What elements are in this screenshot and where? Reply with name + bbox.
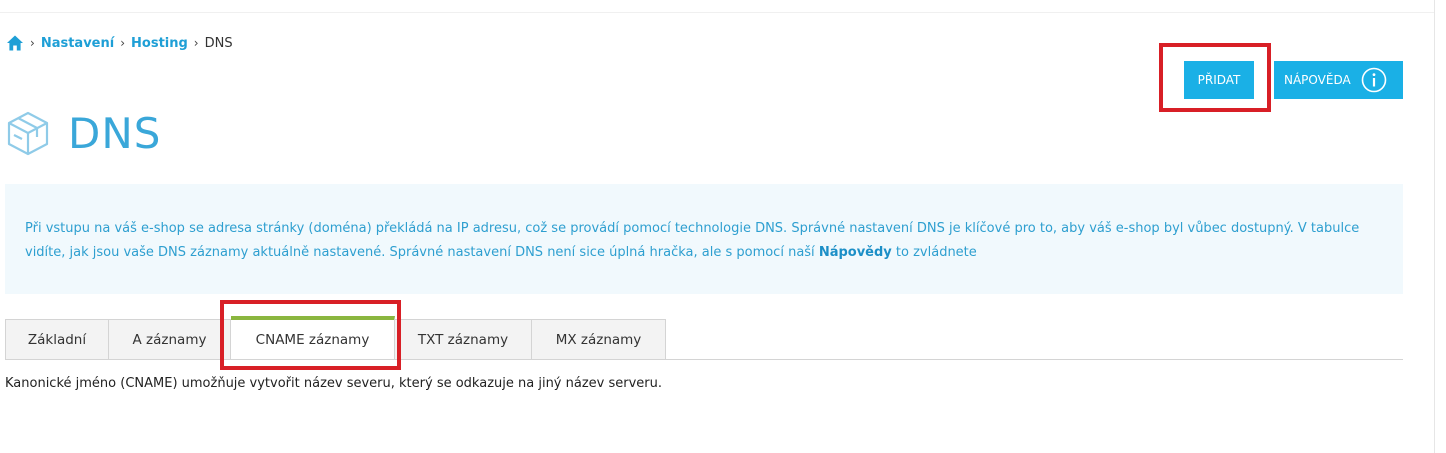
info-text-end: to zvládnete — [891, 245, 977, 260]
info-icon — [1361, 67, 1386, 93]
page-title: DNS — [68, 109, 162, 158]
breadcrumb-separator: › — [30, 36, 35, 50]
box-icon — [7, 111, 49, 156]
breadcrumb-current: DNS — [204, 35, 233, 51]
home-icon[interactable] — [6, 34, 24, 52]
tab-a-zaznamy[interactable]: A záznamy — [109, 319, 231, 360]
help-button-label: NÁPOVĚDA — [1284, 73, 1351, 87]
tab-divider — [5, 359, 1403, 360]
breadcrumb-hosting-link[interactable]: Hosting — [131, 36, 188, 51]
breadcrumb: › Nastavení › Hosting › DNS — [6, 33, 233, 53]
help-button[interactable]: NÁPOVĚDA — [1274, 61, 1403, 99]
breadcrumb-separator: › — [193, 36, 199, 50]
tab-mx-zaznamy[interactable]: MX záznamy — [532, 319, 666, 360]
info-text: Při vstupu na váš e-shop se adresa strán… — [25, 221, 1360, 260]
right-divider — [1434, 0, 1435, 453]
add-button[interactable]: PŘIDAT — [1184, 61, 1254, 99]
help-link[interactable]: Nápovědy — [819, 245, 892, 260]
breadcrumb-nastaveni-link[interactable]: Nastavení — [41, 36, 114, 51]
tab-zakladni[interactable]: Základní — [5, 319, 109, 360]
tab-cname-zaznamy[interactable]: CNAME záznamy — [231, 316, 395, 360]
top-divider — [0, 12, 1434, 13]
info-box: Při vstupu na váš e-shop se adresa strán… — [5, 184, 1403, 294]
breadcrumb-separator: › — [120, 36, 126, 50]
tab-description: Kanonické jméno (CNAME) umožňuje vytvoři… — [5, 376, 663, 391]
dns-record-tabs: Základní A záznamy CNAME záznamy TXT záz… — [5, 316, 666, 360]
tab-txt-zaznamy[interactable]: TXT záznamy — [395, 319, 532, 360]
